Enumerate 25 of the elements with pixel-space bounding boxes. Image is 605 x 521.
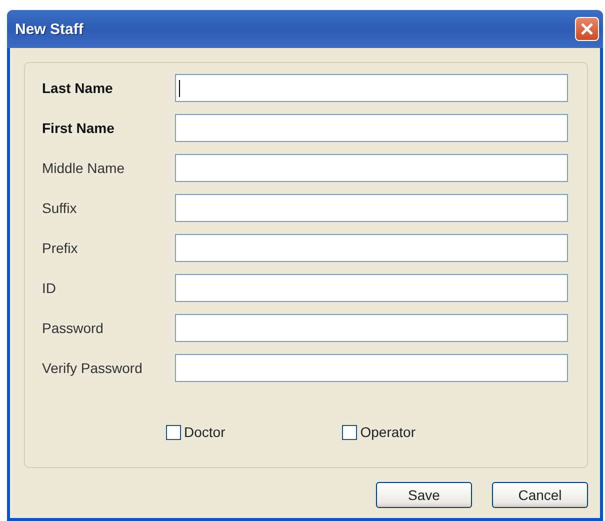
close-icon [580,22,594,36]
field-label: Middle Name [42,160,126,176]
checkbox-label: Doctor [184,424,226,440]
input-field[interactable] [175,234,568,262]
field-label: Last Name [42,80,114,96]
input-field[interactable] [175,274,568,302]
input-field[interactable] [175,314,568,342]
checkbox[interactable] [342,424,358,440]
dialog-button[interactable]: Save [376,482,472,508]
field-label: Password [42,320,104,336]
field-label: First Name [42,120,116,136]
input-field[interactable] [175,354,568,382]
field-label: Prefix [42,240,79,256]
checkbox-label: Operator [360,424,416,440]
field-label: Suffix [42,200,78,216]
field-label: Verify Password [42,360,144,376]
window-title: New Staff [15,20,84,38]
input-field[interactable] [175,194,568,222]
checkbox[interactable] [166,424,181,440]
dialog-button[interactable]: Cancel [492,482,588,508]
field-label: ID [42,280,57,296]
input-field[interactable] [175,74,568,102]
input-field[interactable] [175,114,568,142]
input-field[interactable] [175,154,568,182]
close-button[interactable] [575,17,599,41]
